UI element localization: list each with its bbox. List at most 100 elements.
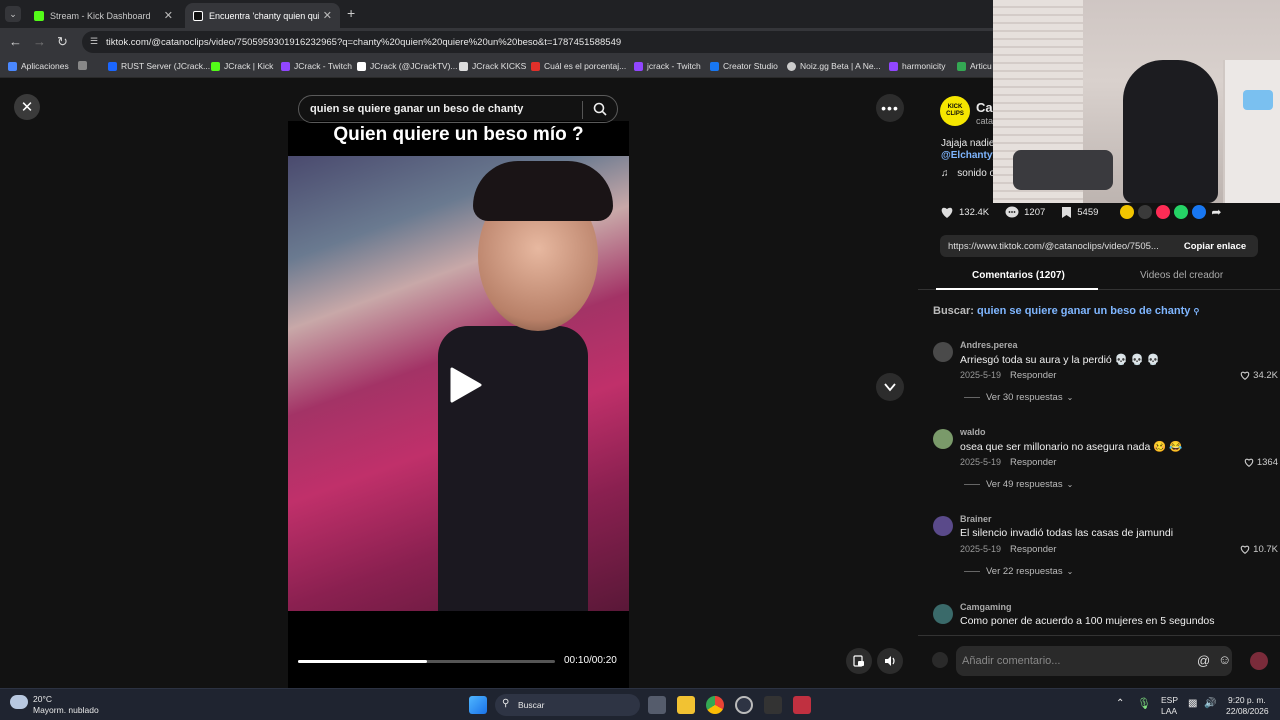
commenter-avatar[interactable] (933, 604, 953, 624)
bookmark-jcrack-twitch[interactable]: jcrack - Twitch (634, 61, 701, 71)
chevron-up-icon[interactable]: ⌃ (1116, 698, 1124, 709)
share-arrow-icon[interactable]: ➦ (1211, 205, 1221, 219)
video-description: Jajaja nadie (941, 138, 995, 149)
commenter-avatar[interactable] (933, 429, 953, 449)
next-video-button[interactable] (876, 373, 904, 401)
bookmark-porcentaje[interactable]: Cuál es el porcentaj... (531, 61, 626, 71)
tab-tiktok[interactable]: Encuentra 'chanty quien quiere ✕ (185, 3, 340, 28)
close-tab-icon[interactable]: ✕ (164, 9, 173, 22)
windows-start-icon[interactable] (469, 696, 487, 714)
view-replies-button[interactable]: Ver 30 respuestas ⌄ (964, 392, 1073, 403)
comment-like-button[interactable]: 1364 (1244, 457, 1278, 468)
emoji-icon[interactable]: ☺ (1218, 652, 1231, 667)
embed-icon[interactable] (1138, 205, 1153, 219)
picture-in-picture-button[interactable] (846, 648, 872, 674)
commenter-name[interactable]: Brainer (960, 514, 992, 524)
close-video-button[interactable]: ✕ (14, 94, 40, 120)
bookmark-creator-studio[interactable]: Creator Studio (710, 61, 778, 71)
whatsapp-icon[interactable] (1174, 205, 1189, 219)
tab-search-button[interactable]: ⌄ (5, 6, 21, 22)
reply-button[interactable]: Responder (1010, 544, 1056, 555)
send-share-icon[interactable] (1156, 205, 1171, 219)
commenter-avatar[interactable] (933, 516, 953, 536)
comment-input[interactable]: Añadir comentario... (956, 646, 1232, 676)
comment-like-button[interactable]: 34.2K (1240, 370, 1278, 381)
creator-handle[interactable]: cata (976, 116, 993, 126)
search-input[interactable]: quien se quiere ganar un beso de chanty (298, 95, 618, 123)
app-icon[interactable] (764, 696, 782, 714)
like-button[interactable]: 132.4K (940, 206, 989, 219)
copy-link-button[interactable]: Copiar enlace (1172, 235, 1258, 257)
facebook-icon[interactable] (1192, 205, 1207, 219)
bookmark-grid[interactable] (78, 61, 91, 70)
language-code[interactable]: ESP (1161, 695, 1178, 705)
language-layout[interactable]: LAA (1161, 706, 1177, 716)
bookmark-kicks[interactable]: JCrack KICKS (459, 61, 526, 71)
view-replies-button[interactable]: Ver 49 respuestas ⌄ (964, 479, 1073, 490)
site-info-icon[interactable]: ☰ (90, 36, 98, 47)
bookmark-twitch[interactable]: JCrack - Twitch (281, 61, 352, 71)
taskbar-search[interactable]: ⚲ Buscar (495, 694, 640, 716)
clock-time[interactable]: 9:20 p. m. (1228, 695, 1266, 705)
network-icon[interactable]: ▩ (1188, 698, 1197, 709)
video-link-field[interactable]: https://www.tiktok.com/@catanoclips/vide… (940, 235, 1258, 257)
weather-widget[interactable]: 20°C Mayorm. nublado (10, 693, 120, 717)
comment-date: 2025-5-19 (960, 544, 1002, 554)
task-view-icon[interactable] (648, 696, 666, 714)
forward-arrow-icon[interactable]: → (33, 34, 46, 49)
back-arrow-icon[interactable]: ← (9, 34, 22, 49)
mention-icon[interactable]: @ (1197, 653, 1210, 668)
save-button[interactable]: 5459 (1061, 206, 1098, 219)
search-icon[interactable] (593, 102, 607, 116)
search-term-link[interactable]: quien se quiere ganar un beso de chanty (977, 305, 1190, 317)
send-comment-button[interactable] (1250, 652, 1268, 670)
comment-button[interactable]: 1207 (1005, 206, 1045, 219)
bookmark-kick[interactable]: JCrack | Kick (211, 61, 273, 71)
address-bar[interactable]: ☰ tiktok.com/@catanoclips/video/75059593… (82, 31, 1002, 53)
tab-comments[interactable]: Comentarios (1207) (972, 270, 1065, 281)
bookmark-articu[interactable]: Articu (957, 61, 992, 71)
comment-date: 2025-5-19 (960, 370, 1002, 380)
bookmark-harmonicity[interactable]: harmonicity (889, 61, 945, 71)
volume-icon[interactable]: 🔊 (1204, 698, 1216, 709)
more-options-button[interactable]: ••• (876, 94, 904, 122)
clock-date[interactable]: 22/08/2026 (1226, 706, 1269, 716)
sound-row[interactable]: ♫ sonido o (941, 168, 995, 179)
view-replies-button[interactable]: Ver 22 respuestas ⌄ (964, 566, 1073, 577)
bookmark-x[interactable]: JCrack (@JCrackTV)... (357, 61, 458, 71)
rust-icon (108, 61, 117, 71)
reply-button[interactable]: Responder (1010, 370, 1056, 381)
replies-dash (964, 397, 980, 398)
comment-search-suggestion[interactable]: Buscar: quien se quiere ganar un beso de… (933, 305, 1199, 317)
commenter-name[interactable]: waldo (960, 427, 986, 437)
chrome-icon[interactable] (706, 696, 724, 714)
twitch-icon (634, 61, 643, 71)
mention-link[interactable]: @Elchantyy (941, 150, 998, 161)
microphone-icon[interactable]: 🎙 (1137, 697, 1151, 710)
close-tab-icon[interactable]: ✕ (323, 9, 332, 22)
bookmark-rust[interactable]: RUST Server (JCrack... (108, 61, 210, 71)
app-icon[interactable] (793, 696, 811, 714)
creator-avatar[interactable]: KICK CLIPS (940, 96, 970, 126)
commenter-name[interactable]: Camgaming (960, 602, 1012, 612)
search-divider (582, 101, 583, 119)
reply-button[interactable]: Responder (1010, 457, 1056, 468)
creator-name[interactable]: Ca (976, 100, 993, 115)
video-progress-bar[interactable] (298, 660, 555, 663)
chevron-down-icon (884, 383, 896, 392)
reload-icon[interactable]: ↻ (57, 34, 68, 50)
play-icon[interactable] (444, 365, 484, 405)
tab-creator-videos[interactable]: Videos del creador (1140, 270, 1223, 281)
facebook-icon (710, 61, 719, 71)
bookmark-noiz[interactable]: Noiz.gg Beta | A Ne... (787, 61, 881, 71)
tab-kick-dashboard[interactable]: Stream - Kick Dashboard ✕ (26, 3, 181, 28)
bookmark-apps[interactable]: Aplicaciones (8, 61, 69, 71)
new-tab-button[interactable]: + (347, 5, 355, 21)
app-icon[interactable] (735, 696, 753, 714)
coin-share-icon[interactable] (1120, 205, 1135, 219)
volume-button[interactable] (877, 648, 903, 674)
file-explorer-icon[interactable] (677, 696, 695, 714)
commenter-name[interactable]: Andres.perea (960, 340, 1018, 350)
commenter-avatar[interactable] (933, 342, 953, 362)
comment-like-button[interactable]: 10.7K (1240, 544, 1278, 555)
